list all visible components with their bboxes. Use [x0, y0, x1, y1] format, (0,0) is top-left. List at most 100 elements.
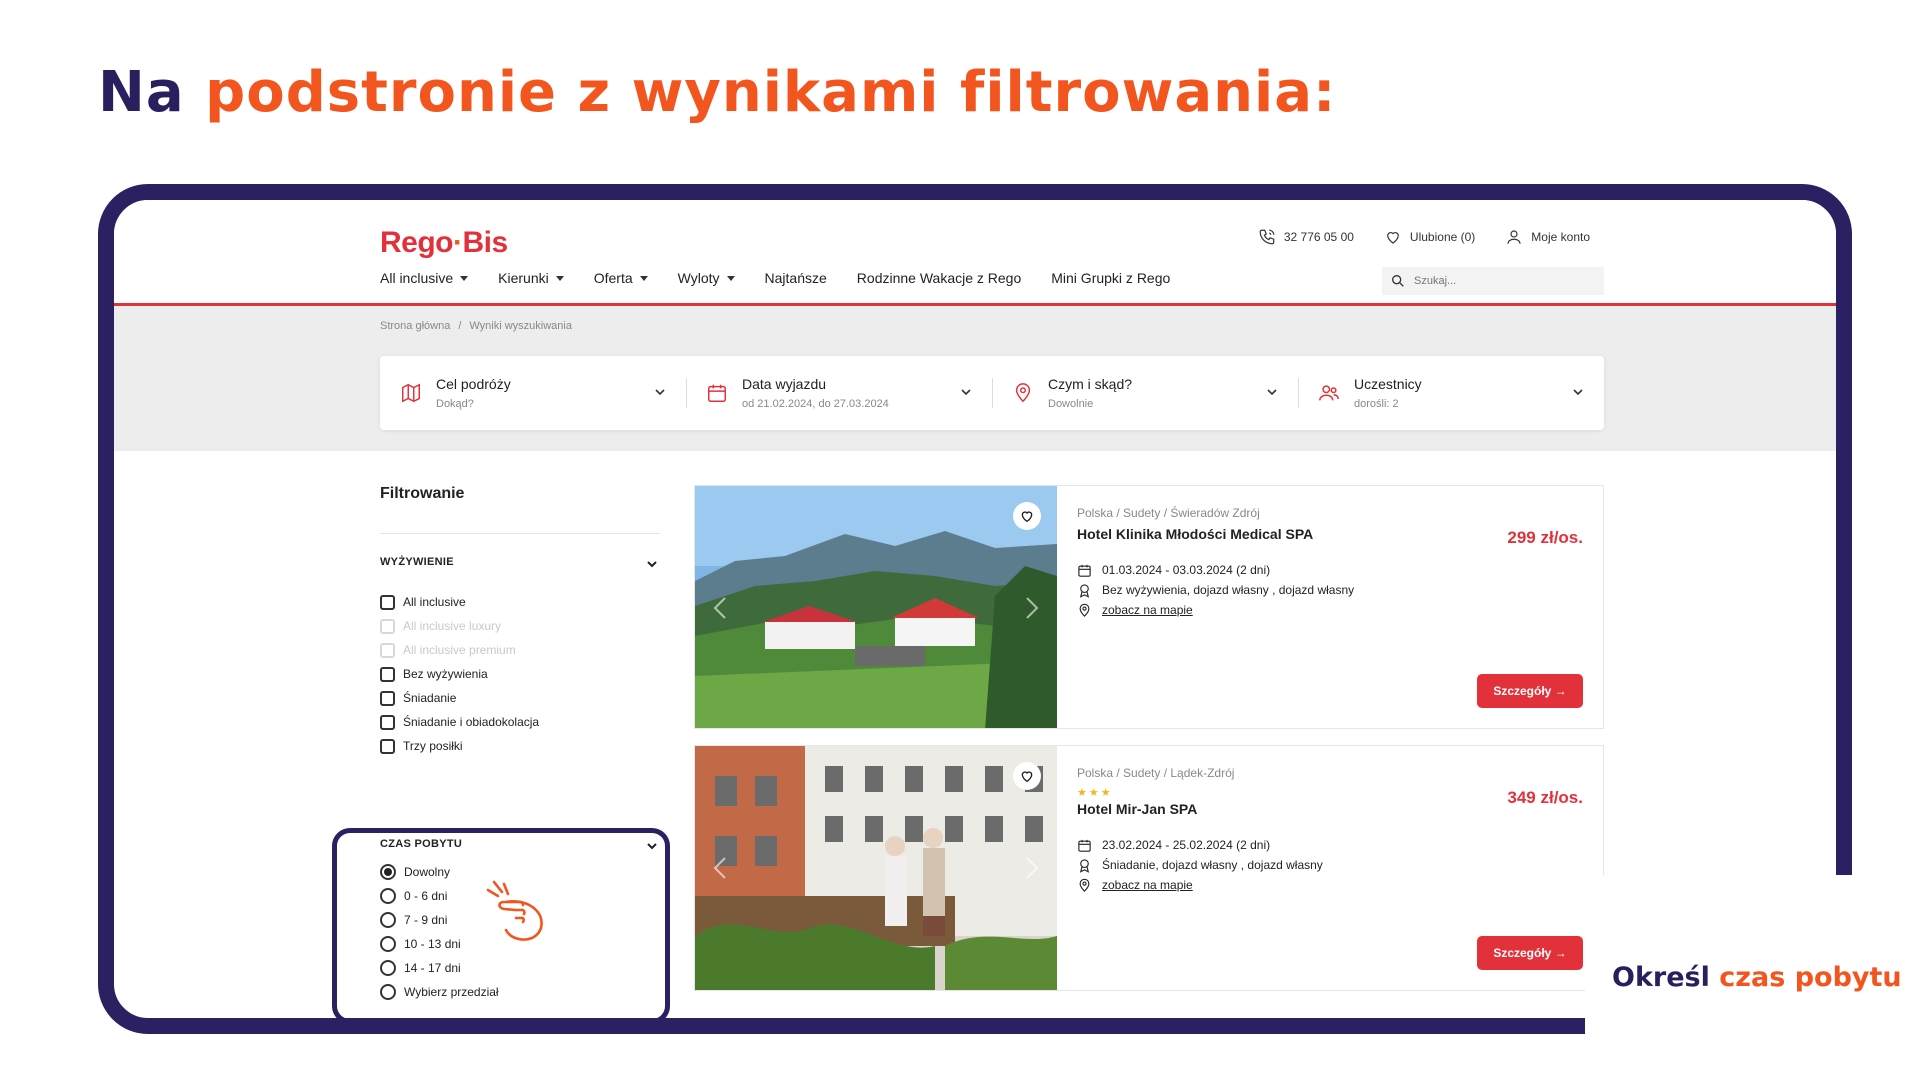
filter-transport[interactable]: Czym i skąd? Dowolnie: [992, 356, 1298, 430]
hotel-building-image: [695, 746, 1057, 990]
calendar-icon: [1078, 839, 1091, 852]
filter-participants[interactable]: Uczestnicy dorośli: 2: [1298, 356, 1604, 430]
checkbox[interactable]: [380, 738, 395, 754]
filter-date-value: od 21.02.2024, do 27.03.2024: [742, 398, 889, 410]
chevron-left-icon[interactable]: [713, 856, 727, 880]
radio-selected[interactable]: [380, 864, 396, 880]
filter-transport-value: Dowolnie: [1048, 398, 1094, 410]
nav-item-kierunki[interactable]: Kierunki: [498, 270, 564, 286]
checkbox[interactable]: [380, 714, 395, 730]
breadcrumb-current: Wyniki wyszukiwania: [469, 320, 572, 332]
stay-filter-heading[interactable]: CZAS POBYTU: [380, 838, 660, 850]
nav-item-oferta[interactable]: Oferta: [594, 270, 648, 286]
caption-part2: czas pobytu: [1719, 962, 1902, 993]
stay-option-14-17[interactable]: 14 - 17 dni: [380, 956, 660, 980]
hotel-price: 349 zł/os.: [1507, 788, 1583, 807]
site-header: Rego·Bis 32 776 05 00 Ulubione (0) Moje …: [114, 200, 1836, 306]
meal-filter-heading[interactable]: WYŻYWIENIE: [380, 556, 660, 568]
hotel-dates: 23.02.2024 - 25.02.2024 (2 dni): [1077, 835, 1587, 855]
search-filter-bar: Cel podróży Dokąd? Data wyjazdu od 21.02.2…: [380, 356, 1604, 430]
meal-option-sniadanie[interactable]: Śniadanie: [380, 686, 660, 710]
caret-down-icon: [555, 275, 564, 281]
stay-option-custom-range[interactable]: Wybierz przedział: [380, 980, 660, 1004]
badge-icon: [1079, 858, 1090, 873]
radio[interactable]: [380, 936, 396, 952]
chevron-left-icon[interactable]: [713, 596, 727, 620]
chevron-down-icon: [961, 389, 971, 396]
chevron-down-icon: [1267, 389, 1277, 396]
filter-destination-title: Cel podróży: [436, 376, 511, 392]
heart-icon: [1387, 232, 1399, 244]
location-pin-icon: [1079, 603, 1090, 617]
nav-item-mini-grupki[interactable]: Mini Grupki z Rego: [1051, 270, 1170, 286]
map-link[interactable]: zobacz na mapie: [1102, 878, 1193, 892]
radio[interactable]: [380, 888, 396, 904]
map-link[interactable]: zobacz na mapie: [1102, 603, 1193, 617]
radio[interactable]: [380, 912, 396, 928]
logo[interactable]: Rego·Bis: [380, 226, 508, 260]
chevron-down-icon[interactable]: [646, 558, 658, 570]
search-box[interactable]: [1382, 267, 1604, 295]
slide-title: Na podstronie z wynikami filtrowania:: [98, 60, 1336, 125]
meal-option-all-inclusive[interactable]: All inclusive: [380, 590, 660, 614]
chevron-right-icon[interactable]: [1025, 856, 1039, 880]
filter-date[interactable]: Data wyjazdu od 21.02.2024, do 27.03.2024: [686, 356, 992, 430]
hotel-landscape-image: [695, 486, 1057, 728]
calendar-icon: [1078, 564, 1091, 577]
nav-item-rodzinne-wakacje[interactable]: Rodzinne Wakacje z Rego: [857, 270, 1021, 286]
phone-link[interactable]: 32 776 05 00: [1258, 228, 1354, 246]
radio[interactable]: [380, 984, 396, 1000]
hotel-details: 23.02.2024 - 25.02.2024 (2 dni) Śniadani…: [1077, 835, 1587, 895]
radio[interactable]: [380, 960, 396, 976]
meal-option-bez-wyzywienia[interactable]: Bez wyżywienia: [380, 662, 660, 686]
filter-sidebar: Filtrowanie WYŻYWIENIE All inclusive All…: [380, 485, 660, 758]
heart-icon: [1021, 771, 1033, 783]
meal-option-all-inclusive-premium: All inclusive premium: [380, 638, 660, 662]
logo-dot: ·: [453, 226, 463, 259]
frame-cutout: [1585, 875, 1885, 1045]
filter-date-title: Data wyjazdu: [742, 376, 827, 392]
hotel-map: zobacz na mapie: [1077, 600, 1587, 620]
result-card: Polska / Sudety / Świeradów Zdrój Hotel …: [694, 485, 1604, 729]
nav-item-najtansze[interactable]: Najtańsze: [765, 270, 827, 286]
user-icon: [1507, 230, 1521, 244]
hotel-price: 299 zł/os.: [1507, 528, 1583, 547]
search-input[interactable]: [1414, 275, 1594, 287]
search-icon: [1392, 275, 1404, 287]
meal-option-trzy-posilki[interactable]: Trzy posiłki: [380, 734, 660, 758]
filter-transport-title: Czym i skąd?: [1048, 376, 1133, 392]
filter-destination[interactable]: Cel podróży Dokąd?: [380, 356, 686, 430]
hotel-dates: 01.03.2024 - 03.03.2024 (2 dni): [1077, 560, 1587, 580]
favorites-link[interactable]: Ulubione (0): [1384, 228, 1475, 246]
hotel-photo[interactable]: [695, 746, 1057, 990]
checkbox-disabled: [380, 618, 395, 634]
breadcrumb: Strona główna / Wyniki wyszukiwania: [380, 320, 572, 332]
hotel-board: Bez wyżywienia, dojazd własny , dojazd w…: [1077, 580, 1587, 600]
meal-option-sniadanie-obiadokolacja[interactable]: Śniadanie i obiadokolacja: [380, 710, 660, 734]
breadcrumb-home[interactable]: Strona główna: [380, 320, 450, 332]
checkbox[interactable]: [380, 690, 395, 706]
chevron-down-icon[interactable]: [646, 840, 658, 852]
account-link[interactable]: Moje konto: [1505, 228, 1590, 246]
favorite-button[interactable]: [1013, 762, 1041, 790]
nav-item-wyloty[interactable]: Wyloty: [678, 270, 735, 286]
chevron-right-icon[interactable]: [1025, 596, 1039, 620]
details-button[interactable]: Szczegóły →: [1477, 936, 1583, 970]
hotel-map: zobacz na mapie: [1077, 875, 1587, 895]
checkbox[interactable]: [380, 666, 395, 682]
location-pin-icon: [1079, 878, 1090, 892]
checkbox[interactable]: [380, 594, 395, 610]
sidebar-title: Filtrowanie: [380, 485, 465, 502]
hand-pointer-icon: [486, 880, 543, 941]
nav-item-all-inclusive[interactable]: All inclusive: [380, 270, 469, 286]
filter-participants-value: dorośli: 2: [1354, 398, 1399, 410]
favorite-button[interactable]: [1013, 502, 1041, 530]
checkbox-disabled: [380, 642, 395, 658]
users-icon: [1319, 385, 1339, 401]
phone-icon: [1259, 229, 1275, 245]
details-button[interactable]: Szczegóły →: [1477, 674, 1583, 708]
hotel-info: Polska / Sudety / Lądek-Zdrój ★★★ Hotel …: [1077, 766, 1587, 895]
caret-down-icon: [639, 275, 648, 281]
hotel-photo[interactable]: [695, 486, 1057, 728]
caret-down-icon: [726, 275, 735, 281]
